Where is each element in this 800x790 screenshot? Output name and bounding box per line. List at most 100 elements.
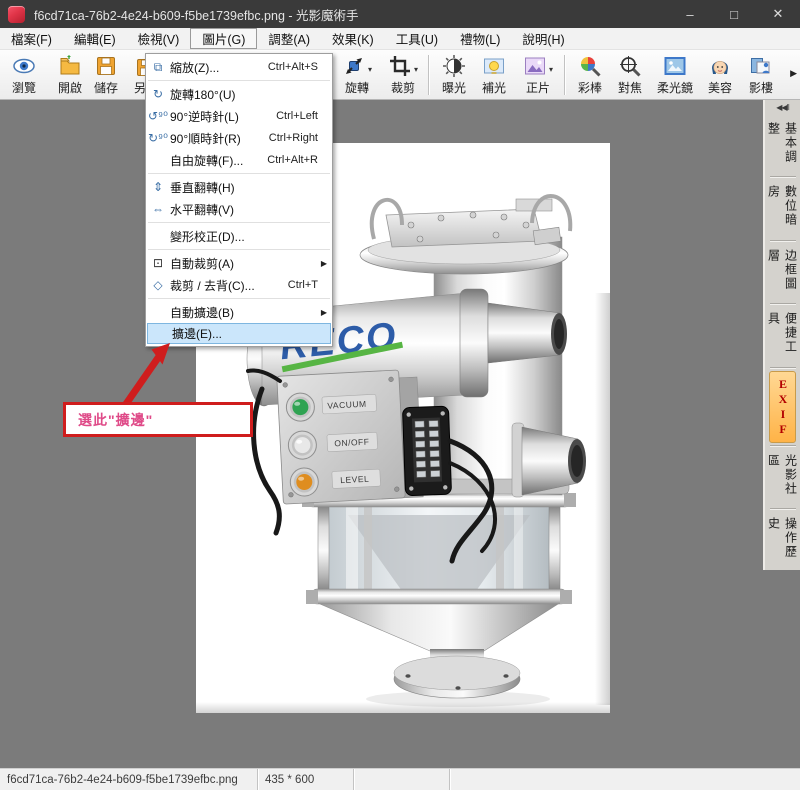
fill-light-label: 補光 bbox=[482, 79, 506, 96]
crop-dropdown-caret[interactable]: ▾ bbox=[414, 65, 418, 78]
menu-edit[interactable]: 編輯(E) bbox=[63, 28, 127, 49]
menu-item-label: 水平翻轉(V) bbox=[170, 201, 332, 218]
sidebar-tab-strip: ◀◀‖ 基本調整 數位暗房 边框圖層 便捷工具 EXIF 光影社區 操作歷史 bbox=[763, 100, 800, 570]
exposure-label: 曝光 bbox=[442, 79, 466, 96]
menu-shortcut: Ctrl+Left bbox=[276, 110, 318, 122]
exposure-button[interactable]: 曝光 bbox=[434, 52, 474, 98]
tab-separator bbox=[770, 303, 796, 305]
focus-button[interactable]: 對焦 bbox=[610, 52, 650, 98]
menu-effects[interactable]: 效果(K) bbox=[321, 28, 385, 49]
menu-view[interactable]: 檢視(V) bbox=[127, 28, 191, 49]
menu-separator bbox=[148, 173, 330, 174]
menu-item-rotate-cw-90[interactable]: ↻⁹⁰ 90°順時針(R) Ctrl+Right bbox=[146, 127, 332, 149]
menu-item-label: 擴邊(E)... bbox=[172, 325, 330, 342]
tab-handy-tools[interactable]: 便捷工具 bbox=[766, 307, 800, 365]
menu-help[interactable]: 說明(H) bbox=[511, 28, 575, 49]
tab-basic-adjust[interactable]: 基本調整 bbox=[766, 117, 800, 175]
menu-item-label: 變形校正(D)... bbox=[170, 228, 332, 245]
tab-separator bbox=[770, 240, 796, 242]
color-wand-button[interactable]: 彩棒 bbox=[570, 52, 610, 98]
positive-film-button[interactable]: ▾ 正片 bbox=[514, 52, 562, 98]
tab-digital-darkroom[interactable]: 數位暗房 bbox=[766, 180, 800, 238]
menu-item-flip-horizontal[interactable]: ⇔ 水平翻轉(V) bbox=[146, 198, 332, 220]
soft-lens-label: 柔光鏡 bbox=[657, 79, 693, 96]
tab-exif[interactable]: EXIF bbox=[769, 371, 796, 443]
soft-lens-icon bbox=[663, 52, 687, 78]
application-window: f6cd71ca-76b2-4e24-b609-f5be1739efbc.png… bbox=[0, 0, 800, 790]
menu-shortcut: Ctrl+Right bbox=[269, 132, 318, 144]
statusbar: f6cd71ca-76b2-4e24-b609-f5be1739efbc.png… bbox=[0, 768, 800, 790]
menu-shortcut: Ctrl+T bbox=[288, 279, 318, 291]
menu-item-auto-expand-border[interactable]: 自動擴邊(B) ▶ bbox=[146, 301, 332, 323]
tab-history[interactable]: 操作歷史 bbox=[766, 512, 800, 570]
crop-icon bbox=[388, 52, 412, 78]
menu-file[interactable]: 檔案(F) bbox=[0, 28, 63, 49]
menu-item-auto-crop[interactable]: ⊡ 自動裁剪(A) ▶ bbox=[146, 252, 332, 274]
studio-button[interactable]: 影樓 bbox=[740, 52, 782, 98]
soft-lens-button[interactable]: 柔光鏡 bbox=[650, 52, 700, 98]
menu-adjust[interactable]: 調整(A) bbox=[257, 28, 321, 49]
menu-item-label: 裁剪 / 去背(C)... bbox=[170, 277, 288, 294]
beauty-face-icon bbox=[708, 52, 732, 78]
menu-separator bbox=[148, 298, 330, 299]
menu-picture[interactable]: 圖片(G) bbox=[190, 28, 257, 49]
menu-shortcut: Ctrl+Alt+S bbox=[268, 61, 318, 73]
status-image-dimensions: 435 * 600 bbox=[258, 769, 354, 790]
positive-film-icon bbox=[523, 52, 547, 78]
menu-gifts[interactable]: 禮物(L) bbox=[449, 28, 511, 49]
toolbar-separator bbox=[564, 55, 566, 95]
toolbar-separator bbox=[428, 55, 430, 95]
submenu-arrow-icon: ▶ bbox=[321, 308, 327, 317]
menu-item-rotate-180[interactable]: ↻ 旋轉180°(U) bbox=[146, 83, 332, 105]
menu-item-crop-cutout[interactable]: ◇ 裁剪 / 去背(C)... Ctrl+T bbox=[146, 274, 332, 296]
save-button[interactable]: 儲存 bbox=[86, 52, 126, 98]
menu-shortcut: Ctrl+Alt+R bbox=[267, 154, 318, 166]
minimize-button[interactable]: – bbox=[668, 0, 712, 28]
menu-item-scale[interactable]: ⧉ 縮放(Z)... Ctrl+Alt+S bbox=[146, 56, 332, 78]
browse-label: 瀏覽 bbox=[12, 79, 36, 96]
menu-item-label: 自由旋轉(F)... bbox=[170, 152, 267, 169]
rotate-label: 旋轉 bbox=[345, 79, 369, 96]
maximize-button[interactable]: □ bbox=[712, 0, 756, 28]
picture-dropdown-menu: ⧉ 縮放(Z)... Ctrl+Alt+S ↻ 旋轉180°(U) ↺⁹⁰ 90… bbox=[145, 53, 333, 347]
rotate-dropdown-caret[interactable]: ▾ bbox=[368, 65, 372, 78]
menu-item-distortion-correct[interactable]: 變形校正(D)... bbox=[146, 225, 332, 247]
sidebar-collapse-icon[interactable]: ◀◀‖ bbox=[776, 103, 789, 117]
rotate-button[interactable]: ▾ 旋轉 bbox=[334, 52, 380, 98]
menu-item-label: 90°逆時針(L) bbox=[170, 108, 276, 125]
tab-frame-layer[interactable]: 边框圖層 bbox=[766, 244, 800, 302]
close-button[interactable]: ✕ bbox=[756, 0, 800, 28]
menu-item-flip-vertical[interactable]: ⇕ 垂直翻轉(H) bbox=[146, 176, 332, 198]
status-filename: f6cd71ca-76b2-4e24-b609-f5be1739efbc.png bbox=[0, 769, 258, 790]
crop-button[interactable]: ▾ 裁剪 bbox=[380, 52, 426, 98]
rotate-icon bbox=[342, 52, 366, 78]
color-wand-icon bbox=[578, 52, 602, 78]
browse-button[interactable]: 瀏覽 bbox=[2, 52, 46, 98]
beauty-label: 美容 bbox=[708, 79, 732, 96]
menu-tools[interactable]: 工具(U) bbox=[385, 28, 449, 49]
menu-item-label: 垂直翻轉(H) bbox=[170, 179, 332, 196]
crop-cutout-icon: ◇ bbox=[146, 278, 170, 292]
app-icon bbox=[8, 6, 25, 23]
fill-light-button[interactable]: 補光 bbox=[474, 52, 514, 98]
submenu-arrow-icon: ▶ bbox=[321, 259, 327, 268]
tab-separator bbox=[770, 445, 796, 447]
rotate-cw-90-icon: ↻⁹⁰ bbox=[146, 131, 170, 145]
menu-item-free-rotate[interactable]: 自由旋轉(F)... Ctrl+Alt+R bbox=[146, 149, 332, 171]
menu-separator bbox=[148, 249, 330, 250]
flip-horizontal-icon: ⇔ bbox=[146, 202, 170, 216]
level-label: LEVEL bbox=[340, 474, 369, 486]
focus-label: 對焦 bbox=[618, 79, 642, 96]
toolbar-overflow-icon[interactable]: ▶ bbox=[790, 68, 797, 79]
beauty-button[interactable]: 美容 bbox=[700, 52, 740, 98]
window-controls: – □ ✕ bbox=[668, 0, 800, 28]
menu-item-rotate-ccw-90[interactable]: ↺⁹⁰ 90°逆時針(L) Ctrl+Left bbox=[146, 105, 332, 127]
tab-separator bbox=[770, 508, 796, 510]
titlebar: f6cd71ca-76b2-4e24-b609-f5be1739efbc.png… bbox=[0, 0, 800, 28]
auto-crop-icon: ⊡ bbox=[146, 256, 170, 270]
open-folder-icon bbox=[58, 52, 82, 78]
tab-community[interactable]: 光影社區 bbox=[766, 449, 800, 507]
tab-separator bbox=[770, 367, 796, 369]
positive-film-dropdown-caret[interactable]: ▾ bbox=[549, 65, 553, 78]
crop-label: 裁剪 bbox=[391, 79, 415, 96]
